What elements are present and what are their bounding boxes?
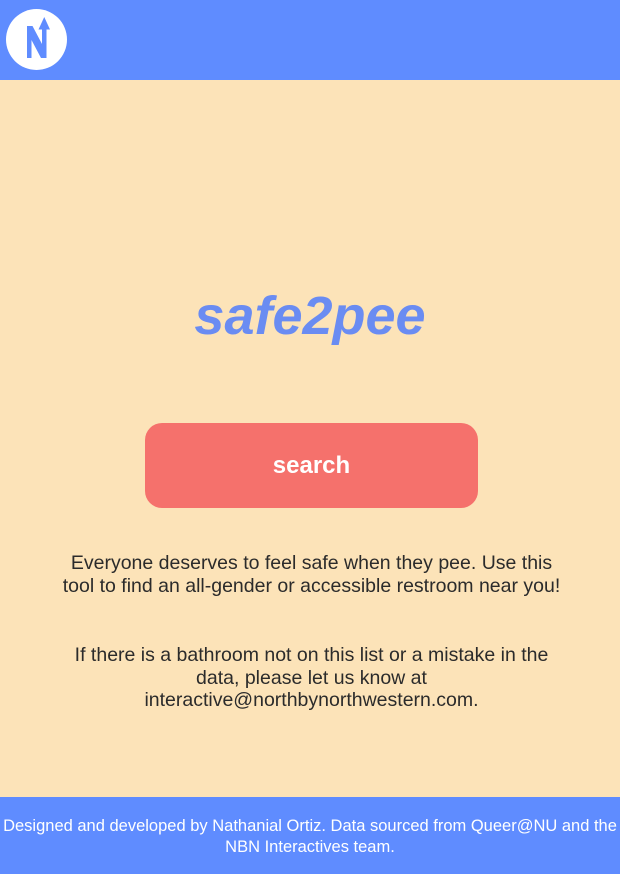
header-bar: N bbox=[0, 0, 620, 80]
footer-bar: Designed and developed by Nathanial Orti… bbox=[0, 797, 620, 874]
footer-credits: Designed and developed by Nathanial Orti… bbox=[3, 817, 617, 856]
search-button[interactable]: search bbox=[145, 423, 478, 508]
nbn-logo-icon[interactable]: N bbox=[6, 9, 67, 70]
contact-text: If there is a bathroom not on this list … bbox=[74, 644, 549, 711]
intro-text: Everyone deserves to feel safe when they… bbox=[62, 552, 561, 597]
page-title: safe2pee bbox=[194, 286, 426, 346]
